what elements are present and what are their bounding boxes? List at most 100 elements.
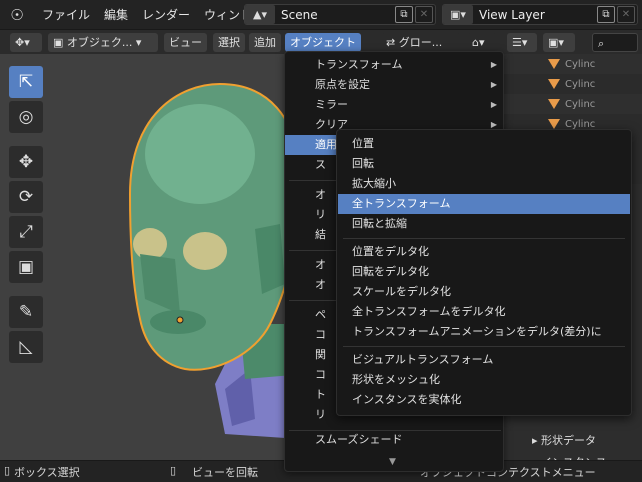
left-eye (133, 228, 167, 260)
annotate-tool-icon[interactable]: ✎ (9, 296, 43, 328)
menu-item-label: 結 (315, 228, 326, 241)
mode-dropdown[interactable]: ▣ オブジェク... ▾ (48, 33, 158, 52)
right-eye (183, 232, 227, 270)
mouse-left-icon: ▯ (4, 464, 11, 477)
object-menu[interactable]: オブジェクト (285, 33, 361, 52)
mouse-middle-icon: ▯ (170, 464, 177, 477)
submenu-item-all-transforms-delta[interactable]: 全トランスフォームをデルタ化 (338, 302, 630, 322)
cylinder-icon (548, 119, 560, 129)
submenu-item-location-delta[interactable]: 位置をデルタ化 (338, 242, 630, 262)
display-mode-icon[interactable]: ▣▾ (543, 33, 575, 52)
menu-item-label: オ (315, 278, 326, 291)
close-layer-icon[interactable]: ✕ (617, 6, 635, 23)
menu-item-label: オ (315, 258, 326, 271)
outliner-item-label: Cylinc (565, 118, 596, 130)
menu-item-label: コ (315, 328, 326, 341)
outliner-item[interactable]: Cylinc (504, 54, 642, 74)
menu-item-label: リ (315, 408, 326, 421)
submenu-separator (343, 238, 625, 239)
menu-scroll-down-icon[interactable]: ▼ (285, 452, 505, 472)
submenu-item-scale-delta[interactable]: スケールをデルタ化 (338, 282, 630, 302)
cylinder-icon (548, 79, 560, 89)
submenu-item-rotation-scale[interactable]: 回転と拡縮 (338, 214, 630, 234)
submenu-separator (343, 346, 625, 347)
menu-item-mirror[interactable]: ミラー ▶ (285, 95, 505, 115)
add-menu[interactable]: 追加 (249, 33, 281, 52)
move-tool-icon[interactable]: ✥ (9, 146, 43, 178)
expand-arrow-icon: ▸ (532, 434, 538, 447)
snap-icon[interactable]: ⌂▾ (467, 33, 497, 52)
cylinder-icon (548, 99, 560, 109)
shape-data-section[interactable]: ▸ 形状データ (532, 432, 596, 448)
toolbar-separator (9, 136, 51, 146)
scene-icon[interactable]: ▲▾ (245, 5, 275, 24)
menu-item-label: オ (315, 188, 326, 201)
search-icon[interactable]: ⌕ (592, 33, 638, 52)
view-menu[interactable]: ビュー (164, 33, 207, 52)
toolbar: ⇱ ◎ ✥ ⟳ ⤢ ▣ ✎ ◺ (9, 66, 51, 366)
submenu-item-make-instances-real[interactable]: インスタンスを実体化 (338, 390, 630, 410)
transform-orientation[interactable]: ⇄ グロー... (381, 33, 461, 52)
close-scene-icon[interactable]: ✕ (415, 6, 433, 23)
shape-data-label: 形状データ (541, 434, 597, 447)
cursor-tool-icon[interactable]: ◎ (9, 101, 43, 133)
submenu-item-rotation-delta[interactable]: 回転をデルタ化 (338, 262, 630, 282)
scene-selector[interactable]: ▲▾ Scene ⧉ ✕ (244, 4, 436, 25)
select-box-tool-icon[interactable]: ⇱ (9, 66, 43, 98)
submenu-item-location[interactable]: 位置 (338, 134, 630, 154)
submenu-item-animated-transforms-delta[interactable]: トランスフォームアニメーションをデルタ(差分)に (338, 322, 630, 342)
scene-name[interactable]: Scene (275, 8, 395, 22)
outliner-item-label: Cylinc (565, 78, 596, 90)
menu-item-label: 適用 (315, 138, 337, 151)
outliner-item-label: Cylinc (565, 98, 596, 110)
orientation-icon: ⇄ (386, 36, 396, 49)
filter-icon[interactable]: ☰▾ (507, 33, 537, 52)
view-layer-icon[interactable]: ▣▾ (443, 5, 473, 24)
menu-item-label: 関 (315, 348, 326, 361)
menu-item-label: ミラー (315, 98, 348, 111)
copy-layer-icon[interactable]: ⧉ (597, 6, 615, 23)
menu-item-label: 原点を設定 (315, 78, 370, 91)
view-layer-selector[interactable]: ▣▾ View Layer ⧉ ✕ (442, 4, 638, 25)
menu-item-label: ペ (315, 308, 326, 321)
origin-point (176, 316, 184, 324)
rotate-tool-icon[interactable]: ⟳ (9, 181, 43, 213)
menu-item-label: ス (315, 158, 326, 171)
menu-render[interactable]: レンダー (142, 6, 190, 23)
submenu-item-visual-geometry-to-mesh[interactable]: 形状をメッシュ化 (338, 370, 630, 390)
submenu-item-visual-transform[interactable]: ビジュアルトランスフォーム (338, 350, 630, 370)
select-menu[interactable]: 選択 (213, 33, 245, 52)
menu-file[interactable]: ファイル (42, 6, 90, 23)
outliner-item[interactable]: Cylinc (504, 74, 642, 94)
submenu-item-all-transforms[interactable]: 全トランスフォーム (338, 194, 630, 214)
submenu-item-rotation[interactable]: 回転 (338, 154, 630, 174)
transform-tool-icon[interactable]: ▣ (9, 251, 43, 283)
view-layer-name[interactable]: View Layer (473, 8, 597, 22)
head-highlight (145, 104, 255, 204)
submenu-arrow-icon: ▶ (490, 80, 497, 89)
menu-item-label: コ (315, 368, 326, 381)
menu-edit[interactable]: 編集 (104, 6, 128, 23)
scale-tool-icon[interactable]: ⤢ (9, 216, 43, 248)
menu-item-transform[interactable]: トランスフォーム ▶ (285, 55, 505, 75)
mode-icon: ▣ (53, 36, 64, 49)
outliner-item[interactable]: Cylinc (504, 94, 642, 114)
cylinder-icon (548, 59, 560, 69)
menu-item-set-origin[interactable]: 原点を設定 ▶ (285, 75, 505, 95)
status-rotate-view: ビューを回転 (192, 466, 258, 479)
copy-scene-icon[interactable]: ⧉ (395, 6, 413, 23)
menu-item-smooth-shade[interactable]: スムーズシェード (285, 430, 505, 450)
submenu-arrow-icon: ▶ (490, 100, 497, 109)
measure-tool-icon[interactable]: ◺ (9, 331, 43, 363)
mode-label: オブジェク... (66, 36, 133, 49)
submenu-arrow-icon: ▶ (490, 60, 497, 69)
apply-submenu: 位置 回転 拡大縮小 全トランスフォーム 回転と拡縮 位置をデルタ化 回転をデル… (336, 129, 632, 416)
menu-item-label: リ (315, 208, 326, 221)
editor-type-icon[interactable]: ✥▾ (10, 33, 42, 52)
menu-item-label: ト (315, 388, 326, 401)
blender-logo-icon[interactable]: ☉ (6, 4, 28, 26)
menu-item-label: トランスフォーム (315, 58, 403, 71)
submenu-item-scale[interactable]: 拡大縮小 (338, 174, 630, 194)
status-box-select: ボックス選択 (14, 466, 80, 479)
toolbar-separator (9, 286, 51, 296)
